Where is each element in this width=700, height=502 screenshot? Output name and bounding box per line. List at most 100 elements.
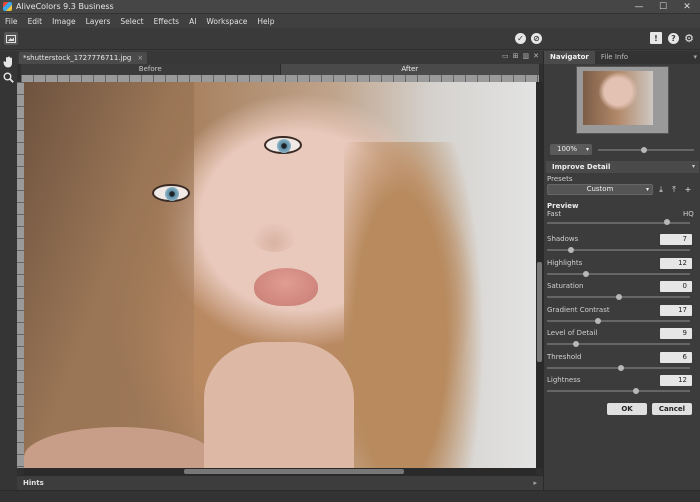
photo-hair-left [24,82,194,468]
zoom-value: 100% [557,145,578,153]
canvas-image[interactable] [24,82,536,468]
ok-button[interactable]: OK [607,403,647,415]
checkmark-icon[interactable]: ✓ [515,33,526,44]
zoom-select[interactable]: 100% ▾ [550,144,592,155]
photo-iris [165,187,179,201]
horizontal-scroll-thumb[interactable] [184,469,404,474]
menu-layers[interactable]: Layers [81,17,116,26]
gradient-contrast-slider-handle[interactable] [595,318,601,324]
after-tab[interactable]: After [280,64,539,75]
menu-ai[interactable]: AI [184,17,201,26]
shadows-label: Shadows [547,235,579,243]
preview-quality-handle[interactable] [664,219,670,225]
lightness-slider-handle[interactable] [633,388,639,394]
effect-section-header[interactable]: Improve Detail ▾ [546,161,699,173]
chevron-right-icon[interactable]: ▸ [533,479,537,487]
highlights-label: Highlights [547,259,583,267]
photo-lips [254,268,318,306]
notification-icon[interactable]: ! [650,32,662,44]
photo-hair-right [344,142,484,468]
gear-icon[interactable]: ⚙ [683,32,695,45]
cancel-button[interactable]: Cancel [652,403,692,415]
threshold-label: Threshold [547,353,582,361]
level-of-detail-label: Level of Detail [547,329,598,337]
horizontal-scrollbar[interactable] [24,468,536,475]
close-document-icon[interactable]: ✕ [533,52,539,60]
menu-edit[interactable]: Edit [23,17,48,26]
photo-eye-left [152,184,190,202]
horizontal-ruler [21,75,539,82]
zoom-tool-icon[interactable] [2,71,15,84]
level-of-detail-slider-track[interactable] [547,343,690,345]
saturation-slider-handle[interactable] [616,294,622,300]
chevron-down-icon: ▾ [691,163,695,170]
lightness-value-input[interactable]: 12 [660,375,692,386]
cancel-icon[interactable]: ⊘ [531,33,542,44]
navigator-preview[interactable] [576,66,669,134]
shadows-value-input[interactable]: 7 [660,234,692,245]
grid-view-icon[interactable]: ⊞ [513,52,519,60]
right-panel: Navigator File Info ▾ 100% ▾ Improve Det… [543,51,700,490]
menu-effects[interactable]: Effects [149,17,185,26]
split-view-icon[interactable]: ▥ [523,52,530,60]
chevron-down-icon: ▾ [645,186,649,193]
view-mode-icons: ▭ ⊞ ▥ ✕ [502,52,539,60]
level-of-detail-value-input[interactable]: 9 [660,328,692,339]
photo-nose [252,222,296,252]
saturation-value-input[interactable]: 0 [660,281,692,292]
lightness-slider-track[interactable] [547,390,690,392]
highlights-slider-track[interactable] [547,273,690,275]
hand-tool-icon[interactable] [2,55,15,68]
vertical-scrollbar[interactable] [536,82,543,468]
presets-label: Presets [547,175,573,183]
threshold-value-input[interactable]: 6 [660,352,692,363]
tab-navigator[interactable]: Navigator [544,51,595,64]
tools-panel [0,51,17,490]
zoom-slider-handle[interactable] [641,147,647,153]
tab-file-info[interactable]: File Info [595,51,634,64]
hints-bar[interactable]: Hints ▸ [17,475,543,490]
photo-neck [204,342,354,468]
maximize-button[interactable]: ☐ [652,0,674,14]
status-bar [0,490,700,502]
photo-eye-right [264,136,302,154]
workspace-switch-button[interactable] [4,32,18,45]
load-preset-icon[interactable]: ⤒ [669,184,679,195]
menu-file[interactable]: File [0,17,23,26]
document-tab[interactable]: *shutterstock_1727776711.jpg × [19,52,148,64]
menu-workspace[interactable]: Workspace [201,17,252,26]
preview-hq-label: HQ [683,210,694,218]
hints-label: Hints [23,479,44,487]
photo-iris [277,139,291,153]
shadows-slider-handle[interactable] [568,247,574,253]
single-view-icon[interactable]: ▭ [502,52,509,60]
preview-fast-label: Fast [547,210,562,218]
close-tab-icon[interactable]: × [137,54,143,62]
before-tab[interactable]: Before [21,64,281,75]
vertical-scroll-thumb[interactable] [537,262,542,362]
help-icon[interactable]: ? [668,33,679,44]
menu-image[interactable]: Image [47,17,81,26]
add-preset-icon[interactable]: + [683,184,693,195]
highlights-value-input[interactable]: 12 [660,258,692,269]
document-area: *shutterstock_1727776711.jpg × ▭ ⊞ ▥ ✕ B… [17,51,543,490]
menu-help[interactable]: Help [252,17,279,26]
threshold-slider-handle[interactable] [618,365,624,371]
close-window-button[interactable]: ✕ [676,0,698,14]
menu-select[interactable]: Select [115,17,148,26]
chevron-down-icon: ▾ [585,146,589,153]
panel-menu-icon[interactable]: ▾ [693,53,697,61]
gradient-contrast-label: Gradient Contrast [547,306,610,314]
preset-dropdown[interactable]: Custom ▾ [547,184,653,195]
window-title: AliveColors 9.3 Business [16,2,114,11]
level-of-detail-slider-handle[interactable] [573,341,579,347]
minimize-button[interactable]: — [628,0,650,14]
gradient-contrast-value-input[interactable]: 17 [660,305,692,316]
preview-label: Preview [547,202,579,210]
app-logo-icon [3,2,12,11]
highlights-slider-handle[interactable] [583,271,589,277]
gradient-contrast-slider-track[interactable] [547,320,690,322]
top-toolbar: ✓ ⊘ ! ? ⚙ [0,28,700,50]
saturation-label: Saturation [547,282,584,290]
save-preset-icon[interactable]: ⤓ [656,184,666,195]
